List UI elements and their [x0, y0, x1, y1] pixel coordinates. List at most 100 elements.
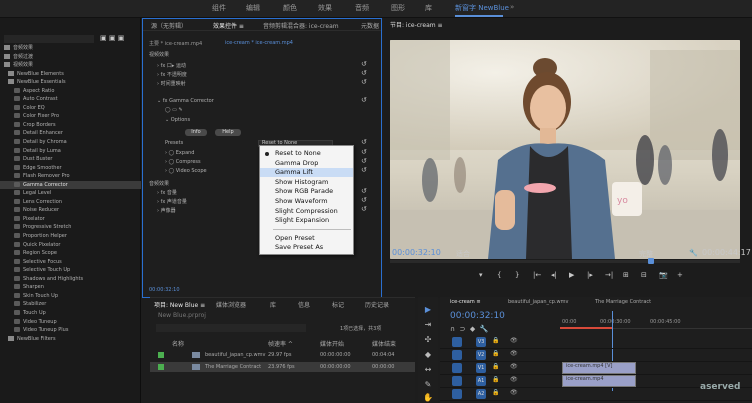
- workspace-tab-assembly[interactable]: 组件: [212, 3, 226, 13]
- project-row[interactable]: beautiful_japan_cp.wmv 29.97 fps 00:00:00:…: [150, 350, 415, 360]
- track-target-toggle[interactable]: [452, 350, 462, 360]
- track-name[interactable]: A2: [476, 389, 486, 399]
- effect-item[interactable]: Touch Up: [0, 309, 141, 318]
- reset-parameter-icon[interactable]: ↺: [361, 60, 367, 68]
- effect-control-row[interactable]: Presets: [165, 140, 183, 146]
- effect-control-row[interactable]: › ◯ Compress: [165, 159, 201, 165]
- timeline-clip[interactable]: ice-cream.mp4: [562, 375, 636, 387]
- eye-icon[interactable]: 👁: [510, 389, 518, 396]
- track-target-toggle[interactable]: [452, 389, 462, 399]
- reset-parameter-icon[interactable]: ↺: [361, 69, 367, 77]
- eye-icon[interactable]: 👁: [510, 363, 518, 370]
- fit-zoom-dropdown[interactable]: 适合: [456, 249, 470, 259]
- slip-tool-icon[interactable]: ↔: [423, 365, 433, 375]
- snap-icon[interactable]: ∩: [450, 325, 455, 333]
- effect-control-row[interactable]: ⌄ Options: [165, 117, 190, 123]
- effect-control-row[interactable]: › fx 口▸ 运动: [157, 62, 186, 69]
- transport-button[interactable]: |←: [533, 271, 541, 279]
- effects-folder[interactable]: NewBlue Filters: [0, 335, 141, 344]
- tab-metadata[interactable]: 元数据: [361, 21, 379, 30]
- linked-selection-icon[interactable]: ⊃: [460, 325, 466, 333]
- effect-item[interactable]: Proportion Helper: [0, 232, 141, 241]
- effect-item[interactable]: Legal Level: [0, 189, 141, 198]
- timeline-clip[interactable]: ice-cream.mp4 [V]: [562, 362, 636, 374]
- effect-item[interactable]: Flash Remover Pro: [0, 172, 141, 181]
- effect-item[interactable]: Color EQ: [0, 104, 141, 113]
- effect-control-row[interactable]: › 时间重映射: [157, 80, 186, 87]
- sequence-tab[interactable]: The Marriage Contract: [595, 299, 651, 305]
- eye-icon[interactable]: 👁: [510, 376, 518, 383]
- effect-control-row[interactable]: › fx 不透明度: [157, 71, 187, 78]
- track-target-toggle[interactable]: [452, 337, 462, 347]
- project-search-input[interactable]: [156, 324, 306, 332]
- work-area-bar[interactable]: [560, 327, 612, 329]
- razor-tool-icon[interactable]: ◆: [423, 350, 433, 360]
- preset-menu-item[interactable]: Show Histogram: [260, 178, 353, 187]
- selection-tool-icon[interactable]: ▶: [423, 305, 433, 315]
- track-select-tool-icon[interactable]: ⇥: [423, 320, 433, 330]
- program-scrub-bar[interactable]: [390, 258, 740, 264]
- lock-icon[interactable]: 🔒: [492, 389, 499, 396]
- effect-control-row[interactable]: › 声像器: [157, 207, 176, 214]
- program-monitor-title[interactable]: 节目: ice-cream ≡: [390, 20, 443, 29]
- effect-item[interactable]: Video Tuneup: [0, 318, 141, 327]
- preset-menu-item[interactable]: Reset to None: [260, 149, 353, 158]
- effects-folder[interactable]: 音频过渡: [0, 53, 141, 62]
- effect-item[interactable]: Region Scope: [0, 249, 141, 258]
- effect-item[interactable]: Detail by Chroma: [0, 138, 141, 147]
- effect-control-row[interactable]: › ◯ Expand: [165, 150, 194, 156]
- effect-item[interactable]: Skin Touch Up: [0, 292, 141, 301]
- pen-tool-icon[interactable]: ✎: [423, 380, 433, 390]
- reset-parameter-icon[interactable]: ↺: [361, 96, 367, 104]
- effects-folder[interactable]: 音频效果: [0, 44, 141, 53]
- track-target-toggle[interactable]: [452, 376, 462, 386]
- project-row[interactable]: The Marriage Contract 23.976 fps 00:00:00:…: [150, 362, 415, 372]
- preset-menu-item[interactable]: Gamma Lift: [260, 168, 353, 178]
- preset-menu-item[interactable]: Slight Compression: [260, 207, 353, 216]
- effect-item[interactable]: Gamma Corrector: [0, 180, 141, 190]
- workspace-overflow-icon[interactable]: »: [510, 3, 514, 11]
- sequence-tab[interactable]: beautiful_japan_cp.wmv: [508, 299, 568, 305]
- reset-parameter-icon[interactable]: ↺: [361, 187, 367, 195]
- effect-control-row[interactable]: › ◯ Video Scope: [165, 168, 207, 174]
- effect-item[interactable]: Color Fixer Pro: [0, 112, 141, 121]
- column-media-end[interactable]: 媒体结束: [372, 339, 396, 348]
- sequence-clip-label[interactable]: ice-cream * ice-cream.mp4: [225, 40, 293, 46]
- wrench-icon[interactable]: 🔧: [689, 249, 698, 257]
- effect-item[interactable]: Detail by Luma: [0, 147, 141, 156]
- eye-icon[interactable]: 👁: [510, 337, 518, 344]
- transport-button[interactable]: {: [497, 271, 501, 279]
- workspace-tab-graphics[interactable]: 图形: [391, 3, 405, 13]
- transport-button[interactable]: +: [677, 271, 683, 279]
- transport-button[interactable]: ◂|: [551, 271, 557, 279]
- tab-audio-clip-mixer[interactable]: 音频剪辑混合器: ice-cream: [263, 21, 339, 30]
- info-button[interactable]: Info: [185, 129, 207, 136]
- effect-item[interactable]: Selective Touch Up: [0, 266, 141, 275]
- project-tab[interactable]: 库: [270, 300, 276, 309]
- lock-icon[interactable]: 🔒: [492, 376, 499, 383]
- track-target-toggle[interactable]: [452, 363, 462, 373]
- lock-icon[interactable]: 🔒: [492, 350, 499, 357]
- tab-source[interactable]: 源（无剪辑）: [151, 21, 187, 30]
- transport-button[interactable]: 📷: [659, 271, 668, 279]
- track-name[interactable]: V3: [476, 337, 486, 347]
- workspace-tab-libraries[interactable]: 库: [425, 3, 432, 13]
- column-frame-rate[interactable]: 帧速率 ^: [268, 339, 293, 348]
- project-tab[interactable]: 媒体浏览器: [216, 300, 246, 309]
- source-clip-label[interactable]: 主要 * ice-cream.mp4: [149, 40, 202, 47]
- effect-control-row[interactable]: › fx 声道音量: [157, 198, 187, 205]
- effect-controls-timecode[interactable]: 00:00:32:10: [149, 287, 180, 293]
- reset-parameter-icon[interactable]: ↺: [361, 148, 367, 156]
- effect-item[interactable]: Detail Enhancer: [0, 129, 141, 138]
- project-tab[interactable]: 信息: [298, 300, 310, 309]
- track-name[interactable]: V1: [476, 363, 486, 373]
- effect-control-row[interactable]: 视频效果: [149, 51, 169, 58]
- lock-icon[interactable]: 🔒: [492, 363, 499, 370]
- effects-folder[interactable]: NewBlue Elements: [0, 70, 141, 79]
- reset-parameter-icon[interactable]: ↺: [361, 78, 367, 86]
- track-name[interactable]: V2: [476, 350, 486, 360]
- 32bit-effects-icon[interactable]: ▣: [109, 34, 116, 42]
- timeline-ruler[interactable]: 00:00 00:00:30:00 00:00:45:00: [560, 311, 752, 391]
- effect-item[interactable]: Sharpen: [0, 283, 141, 292]
- eye-icon[interactable]: 👁: [510, 350, 518, 357]
